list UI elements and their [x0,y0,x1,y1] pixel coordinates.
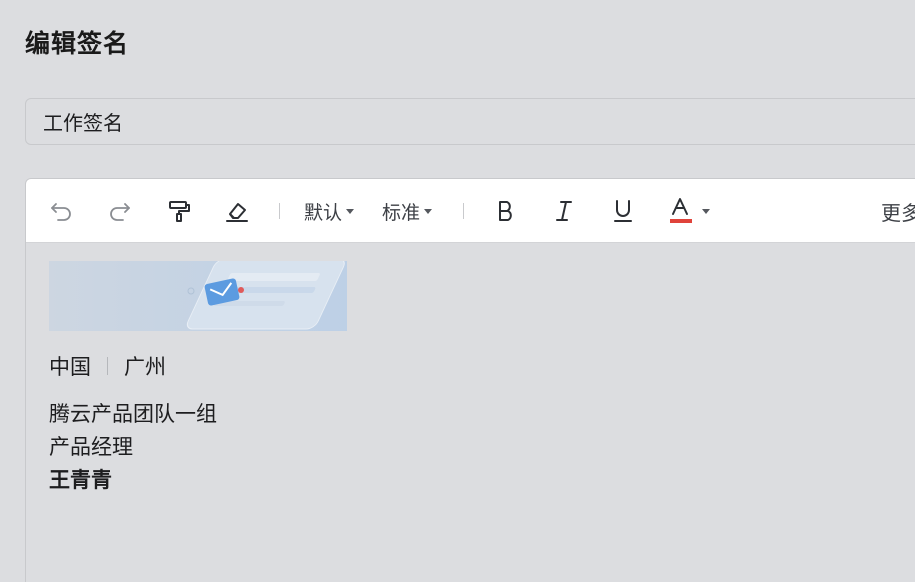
bold-icon [494,198,518,224]
signature-name-field[interactable] [25,98,915,145]
signature-country: 中国 [49,355,91,379]
signature-job-title: 产品经理 [49,435,133,459]
signature-person-name: 王青青 [49,468,112,492]
font-color-button[interactable] [668,179,718,243]
italic-button[interactable] [549,179,579,243]
format-painter-button[interactable] [164,179,194,243]
font-size-select[interactable]: 标准 [382,179,433,243]
edit-signature-page: 编辑签名 工作签名 默认 标准 更 中国 广州 腾云产品团队一组 产品经理 王青… [0,0,915,582]
editor-toolbar: 默认 标准 更 [26,179,915,243]
format-painter-icon [166,198,192,224]
underline-icon [611,198,635,224]
signature-editor: 默认 标准 更 中国 广州 腾云产品团队一组 产品经理 王青青 [25,178,915,582]
signature-banner-image [49,261,347,331]
location-divider [107,357,108,375]
redo-icon [107,198,133,224]
signature-lines: 腾云产品团队一组 产品经理 王青青 [49,398,217,497]
redo-button[interactable] [105,179,135,243]
signature-city: 广州 [124,355,166,379]
signature-name-input[interactable] [43,109,907,134]
clear-format-button[interactable] [222,179,252,243]
bold-button[interactable] [491,179,521,243]
eraser-icon [224,198,250,224]
toolbar-divider [279,203,280,219]
signature-team: 腾云产品团队一组 [49,402,217,426]
font-family-select[interactable]: 默认 [304,179,355,243]
signature-location: 中国 广州 [49,351,166,381]
caret-down-icon [702,208,710,214]
page-title: 编辑签名 [25,29,130,58]
font-size-value: 标准 [382,201,421,224]
caret-down-icon [346,208,355,214]
more-button[interactable]: 更多 [881,179,915,243]
underline-button[interactable] [608,179,638,243]
toolbar-divider [463,203,464,219]
font-color-icon [668,196,694,226]
undo-button[interactable] [46,179,76,243]
italic-icon [552,198,576,224]
font-family-value: 默认 [304,201,343,224]
undo-icon [48,198,74,224]
caret-down-icon [424,208,433,214]
